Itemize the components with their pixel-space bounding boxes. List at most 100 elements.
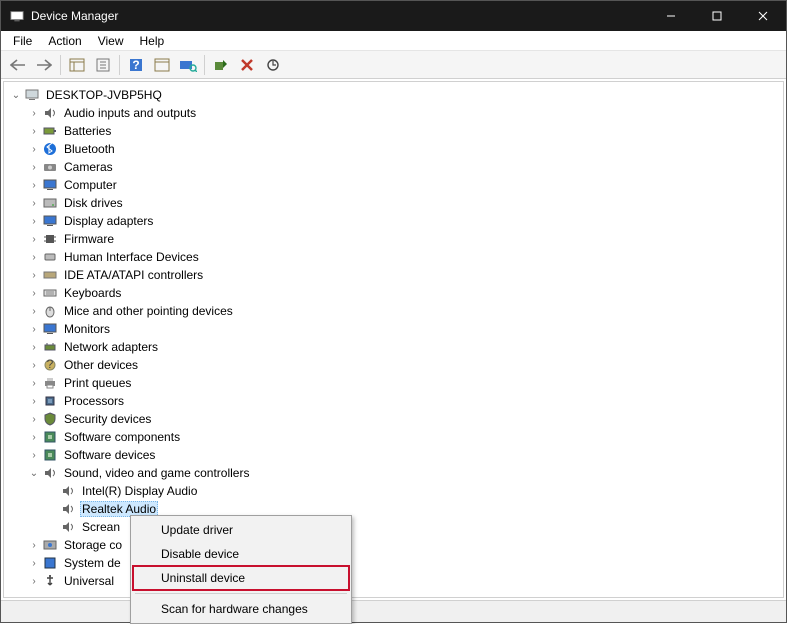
tree-category-label: Firmware — [62, 232, 116, 246]
back-button[interactable] — [6, 53, 30, 77]
menu-file[interactable]: File — [5, 32, 40, 50]
speaker-icon — [60, 501, 76, 517]
tree-category-row[interactable]: ›IDE ATA/ATAPI controllers — [4, 266, 783, 284]
expander-closed-icon[interactable]: › — [28, 359, 40, 371]
tree-device-label: Screan — [80, 520, 122, 534]
expander-closed-icon[interactable]: › — [28, 179, 40, 191]
context-menu-item[interactable]: Disable device — [133, 542, 349, 566]
context-menu-label: Disable device — [161, 547, 239, 561]
show-hide-console-button[interactable] — [65, 53, 89, 77]
expander-closed-icon[interactable]: › — [28, 143, 40, 155]
expander-closed-icon[interactable]: › — [28, 323, 40, 335]
expander-closed-icon[interactable]: › — [28, 305, 40, 317]
expander-closed-icon[interactable]: › — [28, 341, 40, 353]
tree-category-label: System de — [62, 556, 123, 570]
enable-device-button[interactable] — [209, 53, 233, 77]
camera-icon — [42, 159, 58, 175]
update-driver-button[interactable] — [261, 53, 285, 77]
expander-open-icon[interactable]: ⌄ — [28, 467, 40, 479]
expander-closed-icon[interactable]: › — [28, 575, 40, 587]
maximize-button[interactable] — [694, 1, 740, 31]
expander-closed-icon[interactable]: › — [28, 287, 40, 299]
svg-text:?: ? — [47, 358, 54, 371]
scan-button[interactable] — [150, 53, 174, 77]
disk-icon — [42, 195, 58, 211]
expander-closed-icon[interactable]: › — [28, 377, 40, 389]
tree-category-row[interactable]: › Firmware — [4, 230, 783, 248]
mouse-icon — [42, 303, 58, 319]
tree-category-row[interactable]: ›Batteries — [4, 122, 783, 140]
expander-open-icon[interactable]: ⌄ — [10, 89, 22, 101]
tree-category-row[interactable]: ›Mice and other pointing devices — [4, 302, 783, 320]
tree-category-label: Disk drives — [62, 196, 125, 210]
expander-closed-icon[interactable]: › — [28, 215, 40, 227]
tree-category-row[interactable]: ›Display adapters — [4, 212, 783, 230]
context-menu-item[interactable]: Update driver — [133, 518, 349, 542]
properties-button[interactable] — [91, 53, 115, 77]
tree-category-row[interactable]: ›Cameras — [4, 158, 783, 176]
expander-closed-icon[interactable]: › — [28, 413, 40, 425]
speaker-icon — [60, 483, 76, 499]
context-menu-separator — [135, 593, 347, 594]
tree-category-row[interactable]: ›Monitors — [4, 320, 783, 338]
tree-category-row[interactable]: ›Processors — [4, 392, 783, 410]
tree-device-row[interactable]: Realtek Audio — [4, 500, 783, 518]
tree-category-row[interactable]: › Disk drives — [4, 194, 783, 212]
minimize-button[interactable] — [648, 1, 694, 31]
expander-closed-icon[interactable]: › — [28, 233, 40, 245]
expander-closed-icon[interactable]: › — [28, 125, 40, 137]
tree-category-label: Keyboards — [62, 286, 123, 300]
system-icon — [42, 555, 58, 571]
tree-category-row[interactable]: ›Bluetooth — [4, 140, 783, 158]
tree-category-row[interactable]: › Security devices — [4, 410, 783, 428]
svg-text:?: ? — [132, 58, 139, 72]
tree-category-label: Network adapters — [62, 340, 160, 354]
speaker-icon — [42, 465, 58, 481]
tree-category-row[interactable]: ›Print queues — [4, 374, 783, 392]
toolbar-separator — [60, 55, 61, 75]
forward-button[interactable] — [32, 53, 56, 77]
scan-hardware-button[interactable] — [176, 53, 200, 77]
expander-closed-icon[interactable]: › — [28, 395, 40, 407]
tree-category-row[interactable]: ›Software components — [4, 428, 783, 446]
titlebar: Device Manager — [1, 1, 786, 31]
window-controls — [648, 1, 786, 31]
expander-closed-icon[interactable]: › — [28, 197, 40, 209]
help-button[interactable]: ? — [124, 53, 148, 77]
expander-closed-icon[interactable]: › — [28, 539, 40, 551]
tree-device-row[interactable]: Intel(R) Display Audio — [4, 482, 783, 500]
tree-device-row[interactable]: Screan — [4, 518, 783, 536]
keyboard-icon — [42, 285, 58, 301]
menu-view[interactable]: View — [90, 32, 132, 50]
tree-category-row[interactable]: ›Human Interface Devices — [4, 248, 783, 266]
menu-action[interactable]: Action — [40, 32, 89, 50]
device-manager-window: Device Manager File Action View Help ? ⌄… — [0, 0, 787, 623]
tree-category-row[interactable]: ⌄ Sound, video and game controllers — [4, 464, 783, 482]
security-icon — [42, 411, 58, 427]
context-menu-item[interactable]: Uninstall device — [133, 566, 349, 590]
tree-category-row[interactable]: ›Audio inputs and outputs — [4, 104, 783, 122]
expander-closed-icon[interactable]: › — [28, 557, 40, 569]
tree-category-row[interactable]: ›Computer — [4, 176, 783, 194]
tree-category-row[interactable]: › Network adapters — [4, 338, 783, 356]
tree-category-row[interactable]: ›Storage co — [4, 536, 783, 554]
tree-category-row[interactable]: ›Software devices — [4, 446, 783, 464]
uninstall-device-button[interactable] — [235, 53, 259, 77]
expander-closed-icon[interactable]: › — [28, 161, 40, 173]
expander-closed-icon[interactable]: › — [28, 251, 40, 263]
close-button[interactable] — [740, 1, 786, 31]
tree-root-row[interactable]: ⌄ DESKTOP-JVBP5HQ — [4, 86, 783, 104]
menu-help[interactable]: Help — [132, 32, 173, 50]
tree-category-row[interactable]: › System de — [4, 554, 783, 572]
tree-category-row[interactable]: ›?Other devices — [4, 356, 783, 374]
expander-closed-icon[interactable]: › — [28, 107, 40, 119]
tree-category-row[interactable]: ›Universal — [4, 572, 783, 590]
expander-closed-icon[interactable]: › — [28, 269, 40, 281]
device-tree[interactable]: ⌄ DESKTOP-JVBP5HQ ›Audio inputs and outp… — [3, 81, 784, 598]
tree-category-row[interactable]: › Keyboards — [4, 284, 783, 302]
expander-closed-icon[interactable]: › — [28, 431, 40, 443]
computer-icon — [24, 87, 40, 103]
expander-closed-icon[interactable]: › — [28, 449, 40, 461]
tree-category-label: Security devices — [62, 412, 153, 426]
context-menu-item[interactable]: Scan for hardware changes — [133, 597, 349, 621]
